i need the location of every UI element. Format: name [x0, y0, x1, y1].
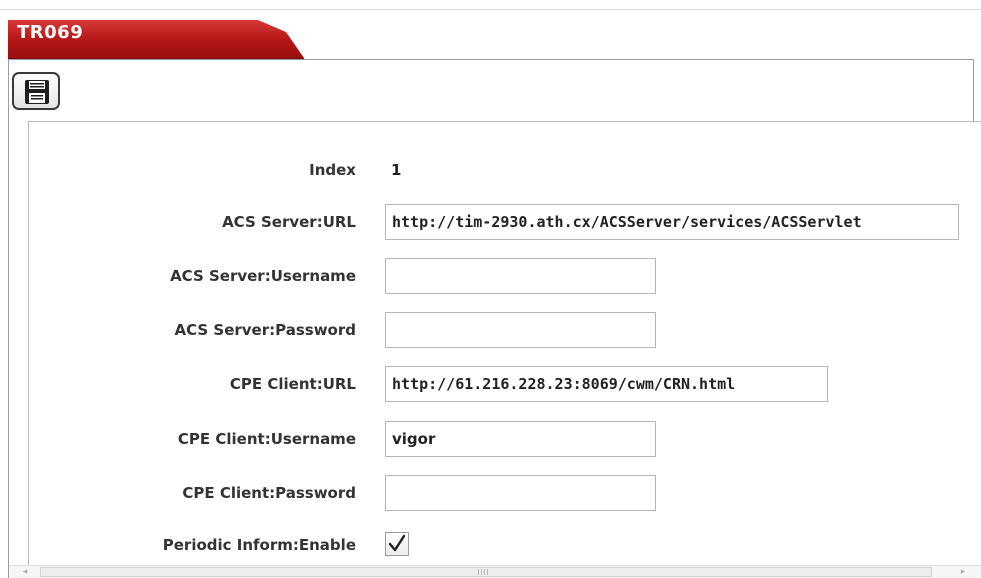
panel-frame-right	[973, 59, 974, 121]
cpe-client-url-input[interactable]	[385, 366, 828, 402]
cpe-client-password-label: CPE Client:Password	[182, 484, 356, 502]
acs-server-password-label: ACS Server:Password	[174, 321, 356, 339]
form-panel-top	[28, 121, 981, 122]
acs-server-username-label: ACS Server:Username	[170, 267, 356, 285]
checkmark-icon	[388, 534, 406, 552]
periodic-inform-enable-label: Periodic Inform:Enable	[162, 536, 356, 554]
index-label: Index	[309, 161, 356, 179]
save-button[interactable]	[12, 72, 60, 110]
scrollbar-grip-icon	[478, 569, 490, 575]
index-value: 1	[391, 161, 402, 179]
periodic-inform-enable-checkbox[interactable]	[385, 532, 409, 556]
cpe-client-url-label: CPE Client:URL	[229, 375, 356, 393]
form-panel-left	[28, 121, 29, 567]
scroll-left-arrow-icon[interactable]: ◂	[20, 567, 30, 577]
floppy-disk-icon	[25, 80, 49, 104]
scroll-right-arrow-icon[interactable]: ▸	[958, 567, 968, 577]
tr069-page: TR069 Index 1 ACS Server:URL ACS Server:…	[0, 0, 981, 578]
top-divider	[0, 9, 981, 10]
panel-frame-left	[8, 59, 9, 578]
cpe-client-username-input[interactable]	[385, 421, 656, 457]
panel-frame-top	[8, 59, 974, 60]
acs-server-url-label: ACS Server:URL	[222, 213, 356, 231]
cpe-client-password-input[interactable]	[385, 475, 656, 511]
acs-server-url-input[interactable]	[385, 204, 959, 240]
page-title: TR069	[17, 22, 84, 43]
cpe-client-username-label: CPE Client:Username	[177, 430, 356, 448]
acs-server-password-input[interactable]	[385, 312, 656, 348]
acs-server-username-input[interactable]	[385, 258, 656, 294]
